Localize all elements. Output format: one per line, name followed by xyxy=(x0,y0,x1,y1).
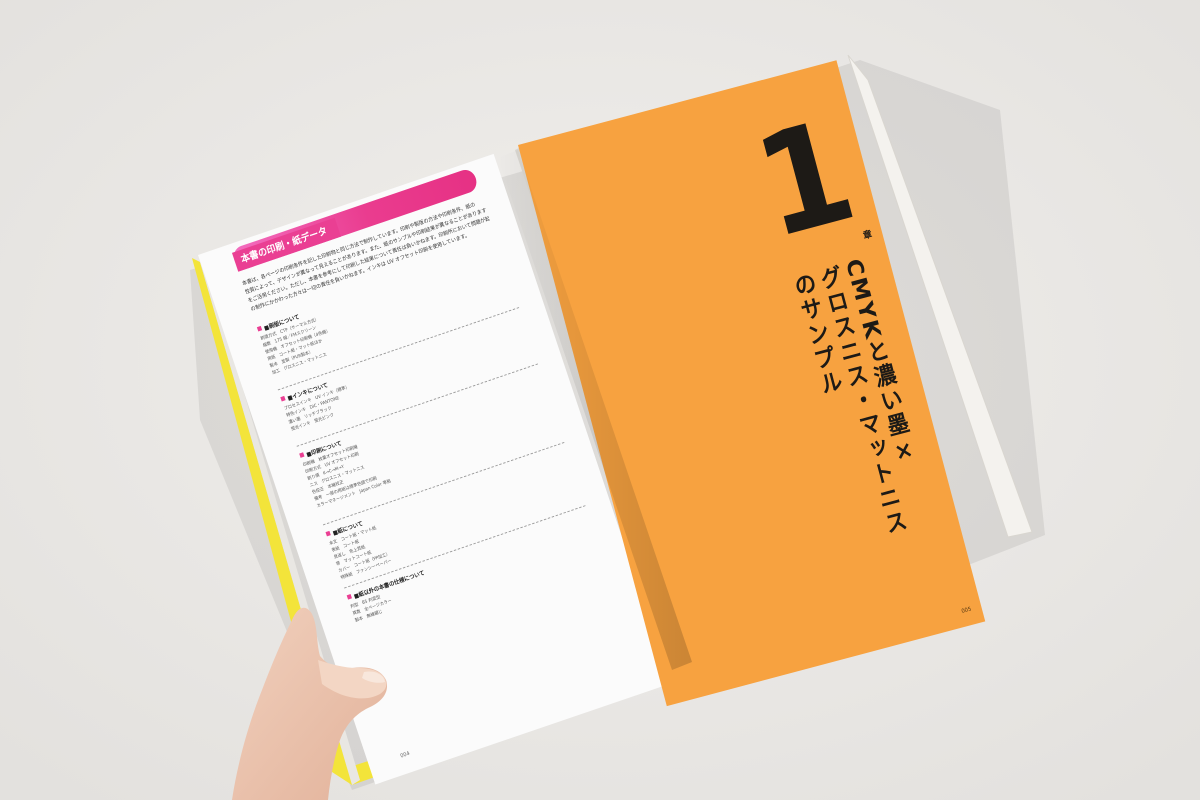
gutter-shadow xyxy=(498,150,692,670)
hand xyxy=(232,607,388,800)
overlay-layer xyxy=(232,150,692,800)
